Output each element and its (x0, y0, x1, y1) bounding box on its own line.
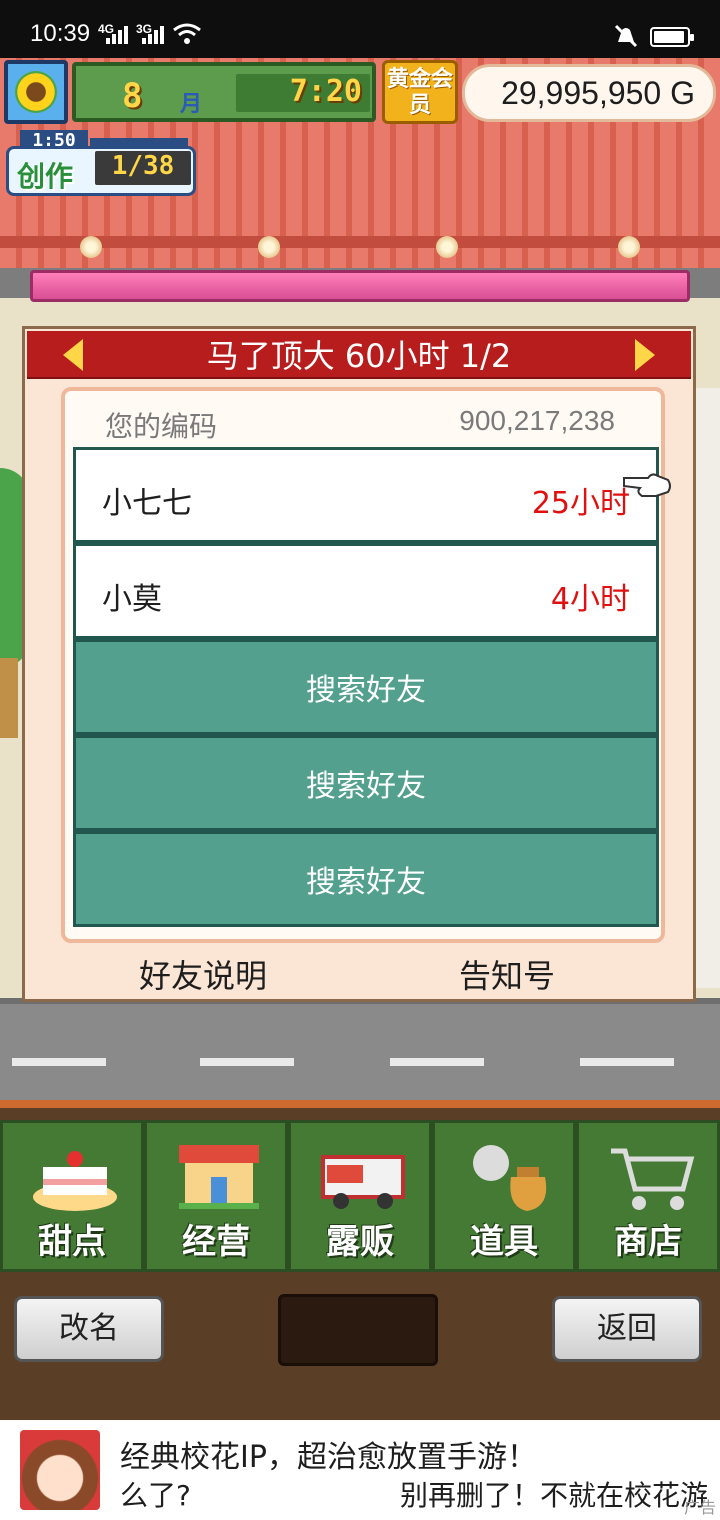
friends-dialog: 马了顶大 60小时 1/2 您的编码 900,217,238 小七七 25小时 … (22, 326, 696, 1002)
menu-label: 商店 (614, 1222, 682, 1262)
battery-icon (650, 27, 694, 47)
ad-subtitle-left: 么了? (120, 1479, 191, 1512)
friend-time: 4小时 (550, 582, 630, 617)
menu-label: 道具 (470, 1222, 538, 1262)
back-button[interactable]: 返回 (552, 1296, 702, 1362)
pointing-hand-icon (623, 473, 671, 497)
cart-icon (611, 1148, 695, 1210)
search-friend-button[interactable]: 搜索好友 (73, 639, 659, 735)
search-friend-label: 搜索好友 (306, 673, 426, 708)
date-panel: 8 月 7:20 (72, 62, 376, 122)
rename-button[interactable]: 改名 (14, 1296, 164, 1362)
ad-banner[interactable]: 经典校花IP，超治愈放置手游！ 么了? 别再删了！不就在校花游 广告 (0, 1420, 720, 1520)
friend-help-button[interactable]: 好友说明 (139, 951, 267, 997)
search-friend-label: 搜索好友 (306, 769, 426, 804)
friend-row[interactable]: 小莫 4小时 (73, 543, 659, 639)
create-label: 创作 (17, 160, 74, 193)
ad-title: 经典校花IP，超治愈放置手游！ (120, 1440, 537, 1475)
menu-stall[interactable]: 露贩 (288, 1120, 432, 1272)
roof-lamp (436, 236, 458, 258)
money-display: 29,995,950 G (462, 64, 716, 122)
notice-number-button[interactable]: 告知号 (459, 951, 555, 997)
friend-time: 25小时 (531, 486, 630, 521)
item-bag-icon (473, 1145, 547, 1211)
month-label: 月 (180, 92, 203, 117)
ad-avatar (20, 1430, 100, 1510)
friends-list-panel: 您的编码 900,217,238 小七七 25小时 小莫 4小时 搜索好友 搜索… (61, 387, 665, 943)
signal-icon-2 (142, 26, 164, 44)
mute-icon (614, 24, 638, 48)
create-count: 1/38 (95, 151, 191, 185)
roof-lamp (80, 236, 102, 258)
signal-icon (106, 26, 128, 44)
food-truck-icon (321, 1155, 405, 1209)
gold-member-badge[interactable]: 黄金会员 (382, 60, 458, 124)
sunflower-icon (15, 71, 57, 113)
friend-name: 小七七 (102, 486, 192, 521)
display-slot (278, 1294, 438, 1366)
menu-manage[interactable]: 经营 (144, 1120, 288, 1272)
create-panel[interactable]: 创作 1/38 (6, 146, 196, 196)
dialog-header: 马了顶大 60小时 1/2 (27, 331, 691, 379)
prev-page-arrow-icon[interactable] (63, 339, 83, 371)
ad-tag: 广告 (683, 1498, 716, 1517)
search-friend-button[interactable]: 搜索好友 (73, 831, 659, 927)
shop-awning (30, 270, 690, 302)
friend-row[interactable]: 小七七 25小时 (73, 447, 659, 543)
road (0, 998, 720, 1108)
season-sunflower-icon[interactable] (4, 60, 68, 124)
your-code-value: 900,217,238 (459, 405, 615, 436)
search-friend-button[interactable]: 搜索好友 (73, 735, 659, 831)
cake-icon (33, 1151, 117, 1211)
roof-lamp (258, 236, 280, 258)
next-page-arrow-icon[interactable] (635, 339, 655, 371)
ad-subtitle-right: 别再删了！不就在校花游 (400, 1479, 709, 1512)
menu-label: 经营 (182, 1222, 250, 1262)
month-value: 8 (122, 76, 143, 116)
shop-icon (179, 1145, 259, 1209)
menu-dessert[interactable]: 甜点 (0, 1120, 144, 1272)
search-friend-label: 搜索好友 (306, 865, 426, 900)
bottom-menu: 甜点 经营 露贩 道具 商店 (0, 1120, 720, 1272)
your-code-label: 您的编码 (105, 410, 218, 443)
status-time: 10:39 (30, 20, 91, 47)
menu-label: 甜点 (38, 1222, 106, 1262)
roof-lamp (618, 236, 640, 258)
menu-items[interactable]: 道具 (432, 1120, 576, 1272)
create-progress-bar (90, 138, 188, 146)
dialog-title: 马了顶大 60小时 1/2 (206, 337, 512, 375)
menu-label: 露贩 (326, 1222, 394, 1262)
wifi-icon (173, 23, 201, 44)
game-clock: 7:20 (236, 74, 370, 112)
game-scene: 8 月 7:20 黄金会员 29,995,950 G 1:50 创作 1/38 … (0, 58, 720, 1420)
friend-name: 小莫 (102, 582, 162, 617)
menu-store[interactable]: 商店 (576, 1120, 720, 1272)
